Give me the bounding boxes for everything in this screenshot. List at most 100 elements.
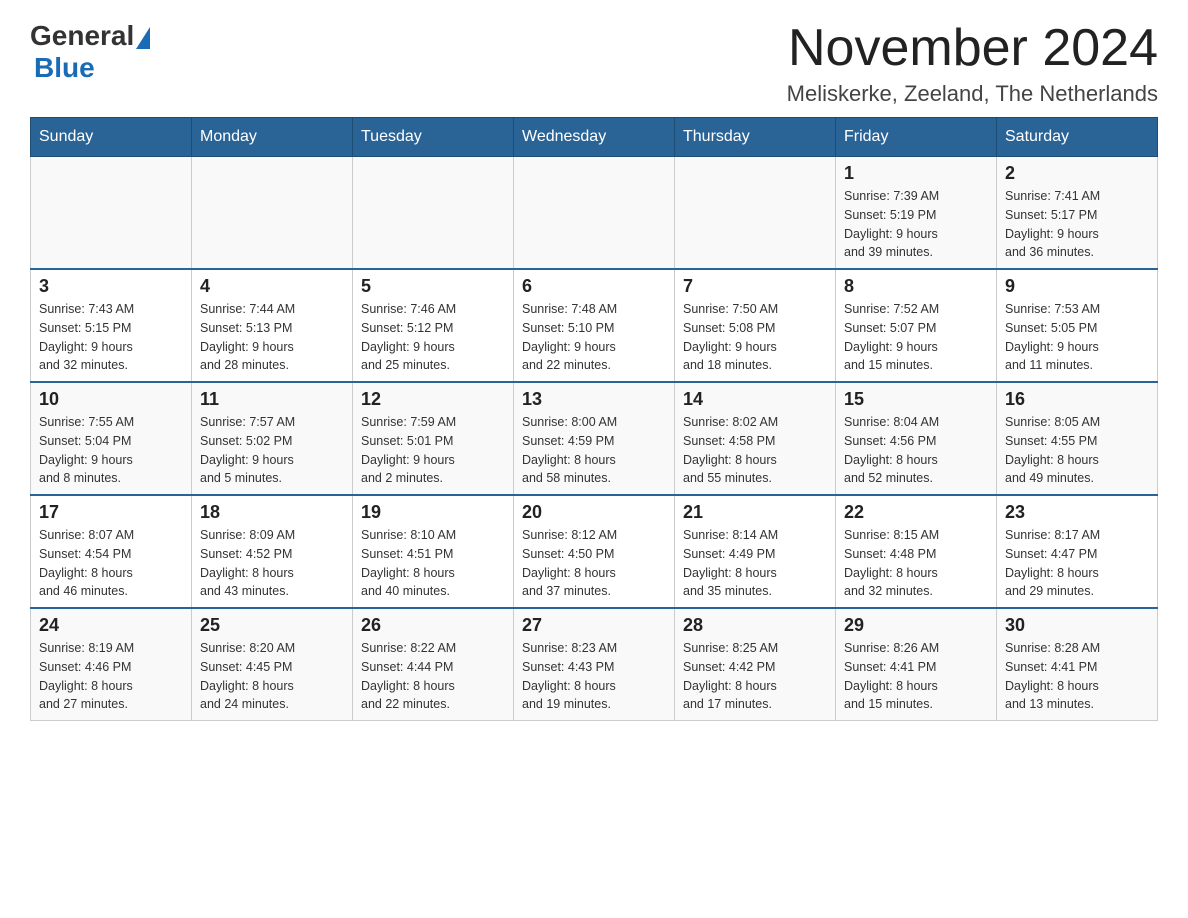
day-header-friday: Friday (836, 118, 997, 157)
day-info: Sunrise: 8:19 AMSunset: 4:46 PMDaylight:… (39, 639, 183, 714)
day-info: Sunrise: 7:57 AMSunset: 5:02 PMDaylight:… (200, 413, 344, 488)
day-number: 7 (683, 276, 827, 297)
day-cell: 7 Sunrise: 7:50 AMSunset: 5:08 PMDaylight… (675, 269, 836, 382)
day-cell: 20 Sunrise: 8:12 AMSunset: 4:50 PMDayligh… (514, 495, 675, 608)
day-header-saturday: Saturday (997, 118, 1158, 157)
day-cell: 19 Sunrise: 8:10 AMSunset: 4:51 PMDayligh… (353, 495, 514, 608)
day-info: Sunrise: 8:22 AMSunset: 4:44 PMDaylight:… (361, 639, 505, 714)
day-number: 18 (200, 502, 344, 523)
day-cell: 13 Sunrise: 8:00 AMSunset: 4:59 PMDayligh… (514, 382, 675, 495)
calendar-table: SundayMondayTuesdayWednesdayThursdayFrid… (30, 117, 1158, 721)
day-info: Sunrise: 8:14 AMSunset: 4:49 PMDaylight:… (683, 526, 827, 601)
day-info: Sunrise: 7:55 AMSunset: 5:04 PMDaylight:… (39, 413, 183, 488)
day-cell: 1 Sunrise: 7:39 AMSunset: 5:19 PMDaylight… (836, 157, 997, 270)
day-number: 24 (39, 615, 183, 636)
day-info: Sunrise: 8:00 AMSunset: 4:59 PMDaylight:… (522, 413, 666, 488)
day-number: 12 (361, 389, 505, 410)
day-number: 23 (1005, 502, 1149, 523)
day-cell: 24 Sunrise: 8:19 AMSunset: 4:46 PMDayligh… (31, 608, 192, 721)
day-info: Sunrise: 8:20 AMSunset: 4:45 PMDaylight:… (200, 639, 344, 714)
day-cell: 3 Sunrise: 7:43 AMSunset: 5:15 PMDaylight… (31, 269, 192, 382)
day-number: 3 (39, 276, 183, 297)
day-cell: 4 Sunrise: 7:44 AMSunset: 5:13 PMDaylight… (192, 269, 353, 382)
day-info: Sunrise: 7:53 AMSunset: 5:05 PMDaylight:… (1005, 300, 1149, 375)
day-number: 19 (361, 502, 505, 523)
day-cell: 6 Sunrise: 7:48 AMSunset: 5:10 PMDaylight… (514, 269, 675, 382)
day-info: Sunrise: 7:39 AMSunset: 5:19 PMDaylight:… (844, 187, 988, 262)
day-cell: 11 Sunrise: 7:57 AMSunset: 5:02 PMDayligh… (192, 382, 353, 495)
day-number: 30 (1005, 615, 1149, 636)
day-info: Sunrise: 8:26 AMSunset: 4:41 PMDaylight:… (844, 639, 988, 714)
week-row-5: 24 Sunrise: 8:19 AMSunset: 4:46 PMDayligh… (31, 608, 1158, 721)
day-number: 1 (844, 163, 988, 184)
day-cell: 2Sunrise: 7:41 AMSunset: 5:17 PMDaylight… (997, 157, 1158, 270)
day-info: Sunrise: 7:48 AMSunset: 5:10 PMDaylight:… (522, 300, 666, 375)
day-cell (192, 157, 353, 270)
day-cell (675, 157, 836, 270)
day-cell: 12 Sunrise: 7:59 AMSunset: 5:01 PMDayligh… (353, 382, 514, 495)
day-cell: 5 Sunrise: 7:46 AMSunset: 5:12 PMDaylight… (353, 269, 514, 382)
day-info: Sunrise: 8:15 AMSunset: 4:48 PMDaylight:… (844, 526, 988, 601)
day-number: 21 (683, 502, 827, 523)
day-number: 11 (200, 389, 344, 410)
day-header-wednesday: Wednesday (514, 118, 675, 157)
logo: General Blue (30, 20, 152, 84)
day-number: 27 (522, 615, 666, 636)
day-cell: 22 Sunrise: 8:15 AMSunset: 4:48 PMDayligh… (836, 495, 997, 608)
day-number: 15 (844, 389, 988, 410)
day-cell: 16Sunrise: 8:05 AMSunset: 4:55 PMDayligh… (997, 382, 1158, 495)
day-number: 20 (522, 502, 666, 523)
day-info: Sunrise: 7:59 AMSunset: 5:01 PMDaylight:… (361, 413, 505, 488)
logo-blue-text: Blue (34, 52, 95, 84)
logo-general-text: General (30, 20, 134, 52)
day-number: 4 (200, 276, 344, 297)
day-cell: 27Sunrise: 8:23 AMSunset: 4:43 PMDayligh… (514, 608, 675, 721)
day-cell: 21 Sunrise: 8:14 AMSunset: 4:49 PMDayligh… (675, 495, 836, 608)
day-header-monday: Monday (192, 118, 353, 157)
day-number: 26 (361, 615, 505, 636)
day-cell: 25 Sunrise: 8:20 AMSunset: 4:45 PMDayligh… (192, 608, 353, 721)
day-info: Sunrise: 7:46 AMSunset: 5:12 PMDaylight:… (361, 300, 505, 375)
day-info: Sunrise: 7:44 AMSunset: 5:13 PMDaylight:… (200, 300, 344, 375)
day-cell: 17 Sunrise: 8:07 AMSunset: 4:54 PMDayligh… (31, 495, 192, 608)
day-number: 6 (522, 276, 666, 297)
day-number: 8 (844, 276, 988, 297)
day-number: 5 (361, 276, 505, 297)
day-cell (353, 157, 514, 270)
day-number: 22 (844, 502, 988, 523)
week-row-3: 10 Sunrise: 7:55 AMSunset: 5:04 PMDayligh… (31, 382, 1158, 495)
day-info: Sunrise: 7:41 AMSunset: 5:17 PMDaylight:… (1005, 187, 1149, 262)
day-info: Sunrise: 8:10 AMSunset: 4:51 PMDaylight:… (361, 526, 505, 601)
location-title: Meliskerke, Zeeland, The Netherlands (787, 81, 1158, 107)
month-title: November 2024 (787, 20, 1158, 77)
day-cell (514, 157, 675, 270)
week-row-1: 1 Sunrise: 7:39 AMSunset: 5:19 PMDaylight… (31, 157, 1158, 270)
day-cell: 29 Sunrise: 8:26 AMSunset: 4:41 PMDayligh… (836, 608, 997, 721)
day-cell: 30 Sunrise: 8:28 AMSunset: 4:41 PMDayligh… (997, 608, 1158, 721)
day-number: 25 (200, 615, 344, 636)
day-info: Sunrise: 8:07 AMSunset: 4:54 PMDaylight:… (39, 526, 183, 601)
day-number: 29 (844, 615, 988, 636)
day-number: 28 (683, 615, 827, 636)
day-cell: 14 Sunrise: 8:02 AMSunset: 4:58 PMDayligh… (675, 382, 836, 495)
day-info: Sunrise: 7:43 AMSunset: 5:15 PMDaylight:… (39, 300, 183, 375)
day-number: 10 (39, 389, 183, 410)
header-row: SundayMondayTuesdayWednesdayThursdayFrid… (31, 118, 1158, 157)
day-header-tuesday: Tuesday (353, 118, 514, 157)
week-row-4: 17 Sunrise: 8:07 AMSunset: 4:54 PMDayligh… (31, 495, 1158, 608)
day-number: 13 (522, 389, 666, 410)
day-info: Sunrise: 7:50 AMSunset: 5:08 PMDaylight:… (683, 300, 827, 375)
logo-flag-icon (136, 27, 150, 49)
day-info: Sunrise: 8:02 AMSunset: 4:58 PMDaylight:… (683, 413, 827, 488)
day-cell: 9Sunrise: 7:53 AMSunset: 5:05 PMDaylight… (997, 269, 1158, 382)
day-info: Sunrise: 8:04 AMSunset: 4:56 PMDaylight:… (844, 413, 988, 488)
day-info: Sunrise: 7:52 AMSunset: 5:07 PMDaylight:… (844, 300, 988, 375)
day-cell: 26 Sunrise: 8:22 AMSunset: 4:44 PMDayligh… (353, 608, 514, 721)
day-info: Sunrise: 8:28 AMSunset: 4:41 PMDaylight:… (1005, 639, 1149, 714)
day-info: Sunrise: 8:12 AMSunset: 4:50 PMDaylight:… (522, 526, 666, 601)
day-number: 16 (1005, 389, 1149, 410)
day-number: 17 (39, 502, 183, 523)
day-cell: 10 Sunrise: 7:55 AMSunset: 5:04 PMDayligh… (31, 382, 192, 495)
day-cell: 28Sunrise: 8:25 AMSunset: 4:42 PMDayligh… (675, 608, 836, 721)
day-number: 14 (683, 389, 827, 410)
